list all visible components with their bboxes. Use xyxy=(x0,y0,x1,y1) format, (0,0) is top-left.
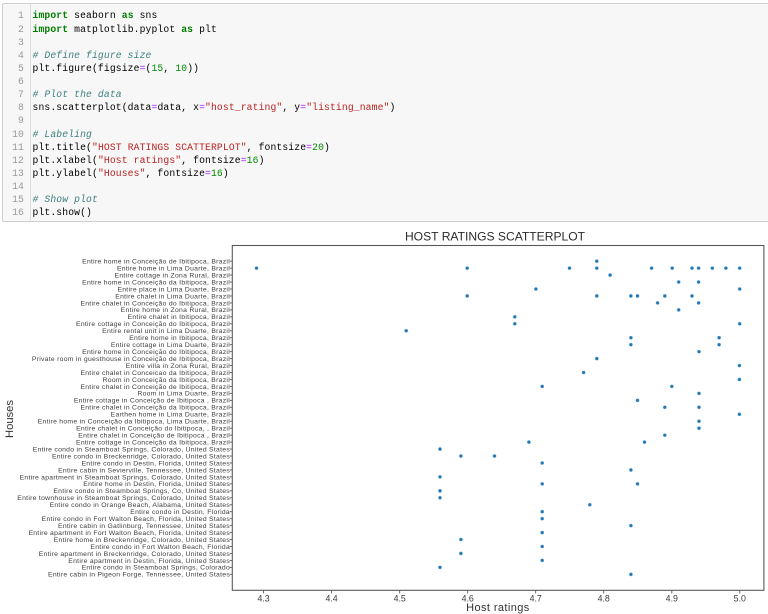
svg-text:Entire cottage in Conceição do: Entire cottage in Conceição do Ibitipoca… xyxy=(76,321,230,328)
svg-text:Room in Conceição da Ibitipoca: Room in Conceição da Ibitipoca, Brazil xyxy=(103,377,231,384)
svg-text:Entire chalet in Conceição do: Entire chalet in Conceição do Ibitipoca,… xyxy=(80,300,230,307)
svg-text:Entire townhouse in Steamboat: Entire townhouse in Steamboat Springs, C… xyxy=(17,495,230,502)
svg-text:4.4: 4.4 xyxy=(325,593,337,603)
svg-text:HOST RATINGS SCATTERPLOT: HOST RATINGS SCATTERPLOT xyxy=(405,230,586,244)
svg-text:Earthen home in Lima Duarte, B: Earthen home in Lima Duarte, Brazil xyxy=(111,412,231,419)
svg-text:Entire apartment in Fort Walto: Entire apartment in Fort Walton Beach, F… xyxy=(28,530,230,537)
svg-text:Houses: Houses xyxy=(4,400,16,438)
svg-text:Entire chalet in Conceição do: Entire chalet in Conceição do Ibitipoca,… xyxy=(76,426,230,433)
svg-text:Entire chalet in Conceição de: Entire chalet in Conceição de Ibitipoca … xyxy=(78,433,230,440)
svg-text:Private room in guesthouse in: Private room in guesthouse in Conceição … xyxy=(32,356,230,363)
svg-text:5.0: 5.0 xyxy=(734,593,746,603)
svg-text:Entire chalet in Ibitipoca, Br: Entire chalet in Ibitipoca, Brazil xyxy=(128,314,231,321)
svg-text:Entire condo in Destin, Florid: Entire condo in Destin, Florida, United … xyxy=(81,460,230,467)
svg-text:Entire cabin in Sevierville, T: Entire cabin in Sevierville, Tennessee, … xyxy=(58,467,230,474)
svg-text:Room in Lima Duarte, Brazil: Room in Lima Duarte, Brazil xyxy=(137,391,230,398)
svg-text:Entire home in Conceição da Ib: Entire home in Conceição da Ibitipoca, L… xyxy=(38,419,231,426)
svg-text:Entire apartment in Destin, Fl: Entire apartment in Destin, Florida, Uni… xyxy=(68,558,230,565)
svg-text:Entire cottage in Lima Duarte,: Entire cottage in Lima Duarte, Brazil xyxy=(111,342,230,349)
svg-text:Entire rental unit in Lima Dua: Entire rental unit in Lima Duarte, Brazi… xyxy=(102,328,230,335)
svg-text:Entire condo in Fort Walton Be: Entire condo in Fort Walton Beach, Flori… xyxy=(90,544,230,551)
svg-text:Entire apartment in Breckenrid: Entire apartment in Breckenridge, Colora… xyxy=(39,551,231,558)
svg-text:Entire villa in Zona Rural, Br: Entire villa in Zona Rural, Brazil xyxy=(126,363,231,370)
svg-text:Entire home in Destin, Florida: Entire home in Destin, Florida, United S… xyxy=(83,481,230,488)
svg-text:Entire chalet in Conceição de: Entire chalet in Conceição de Ibitipoca,… xyxy=(80,384,230,391)
svg-text:Entire chalet in Lima Duarte,: Entire chalet in Lima Duarte, Brazil xyxy=(115,293,230,300)
svg-text:4.7: 4.7 xyxy=(530,593,542,603)
svg-text:Entire cottage in Zona Rural,: Entire cottage in Zona Rural, Brazil xyxy=(115,272,231,279)
svg-text:Entire apartment in Steamboat: Entire apartment in Steamboat Springs, C… xyxy=(20,474,231,481)
svg-text:4.9: 4.9 xyxy=(666,593,678,603)
svg-text:Entire condo in Breckenridge,: Entire condo in Breckenridge, Colorado, … xyxy=(52,453,230,460)
svg-text:Entire chalet in Conceicao da: Entire chalet in Conceicao da Ibitipoca,… xyxy=(80,370,230,377)
svg-text:Entire cabin in Pigeon Forge,: Entire cabin in Pigeon Forge, Tennessee,… xyxy=(48,572,230,579)
svg-text:4.5: 4.5 xyxy=(394,593,406,603)
svg-text:Entire home in Zona Rural, Bra: Entire home in Zona Rural, Brazil xyxy=(121,307,231,314)
svg-text:Entire cabin in Gatlinburg, Te: Entire cabin in Gatlinburg, Tennessee, U… xyxy=(58,523,230,530)
svg-text:Entire home in Ibitipoca, Braz: Entire home in Ibitipoca, Brazil xyxy=(129,335,230,342)
svg-text:Entire chalet in Conceição da: Entire chalet in Conceição da Ibitipoca,… xyxy=(80,405,230,412)
svg-text:Entire home in Breckenridge, C: Entire home in Breckenridge, Colorado, U… xyxy=(54,537,231,544)
svg-text:4.3: 4.3 xyxy=(257,593,269,603)
svg-text:Entire condo in Steamboat Spri: Entire condo in Steamboat Springs, Color… xyxy=(82,565,230,572)
svg-text:Entire home in Conceição de Ib: Entire home in Conceição de Ibitipoca, B… xyxy=(82,259,230,266)
svg-text:Entire condo in Orange Beach,: Entire condo in Orange Beach, Alabama, U… xyxy=(50,502,231,509)
svg-text:Entire condo in Fort Walton Be: Entire condo in Fort Walton Beach, Flori… xyxy=(42,516,231,523)
svg-text:Entire condo in Steamboat Spri: Entire condo in Steamboat Springs, Color… xyxy=(33,446,231,453)
svg-text:Entire condo in Destin, Florid: Entire condo in Destin, Florida xyxy=(130,509,230,516)
svg-text:Entire home in Lima Duarte, Br: Entire home in Lima Duarte, Brazil xyxy=(117,265,230,272)
svg-text:Entire condo in Steamboat Spri: Entire condo in Steamboat Springs, Co, U… xyxy=(53,488,230,495)
svg-text:Entire home in Conceição da Ib: Entire home in Conceição da Ibitipoca, B… xyxy=(82,279,230,286)
svg-text:Host ratings: Host ratings xyxy=(466,602,530,614)
svg-text:Entire cottage in Conceição de: Entire cottage in Conceição de Ibitipoca… xyxy=(74,398,230,405)
svg-text:Entire place in Lima Duarte, B: Entire place in Lima Duarte, Brazil xyxy=(117,286,230,293)
svg-text:Entire home in Conceição do Ib: Entire home in Conceição do Ibitipoca, B… xyxy=(82,349,230,356)
svg-text:4.8: 4.8 xyxy=(598,593,610,603)
svg-text:Entire cottage in Conceição da: Entire cottage in Conceição da Ibitipoca… xyxy=(76,439,230,446)
